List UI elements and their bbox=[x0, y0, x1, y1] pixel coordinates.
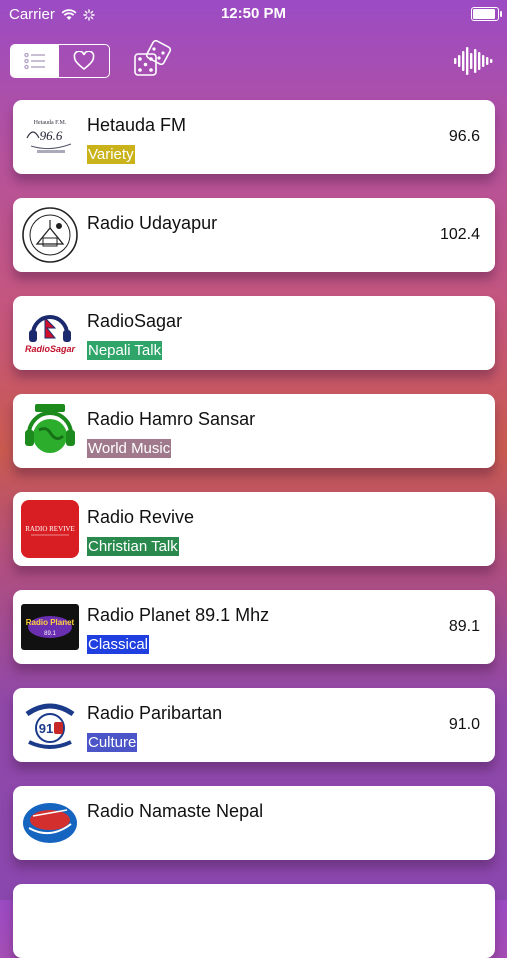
station-frequency: 96.6 bbox=[448, 128, 480, 145]
heart-icon bbox=[73, 51, 95, 71]
random-station-button[interactable] bbox=[132, 39, 176, 80]
station-genre-badge: Nepali Talk bbox=[87, 341, 163, 360]
station-frequency: 91.0 bbox=[448, 716, 480, 733]
station-card[interactable]: Radio Namaste Nepal bbox=[13, 786, 495, 860]
status-bar: Carrier 12:50 PM bbox=[0, 0, 507, 28]
station-name: Hetauda FM bbox=[87, 115, 187, 135]
station-name: Radio Paribartan bbox=[87, 703, 223, 723]
radio-planet-logo-icon: Radio Planet 89.1 bbox=[21, 604, 79, 650]
dice-icon bbox=[134, 39, 172, 76]
list-view-tab[interactable] bbox=[11, 45, 59, 77]
hetauda-fm-logo-icon: Hetauda F.M. 96.6 bbox=[21, 108, 79, 166]
logo-caption: Hetauda F.M. bbox=[34, 120, 67, 126]
station-card[interactable]: Radio Udayapur 102.4 bbox=[13, 198, 495, 272]
station-card-partial[interactable] bbox=[13, 884, 495, 958]
station-genre-badge: Christian Talk bbox=[87, 537, 179, 556]
station-card[interactable]: 91 Radio Paribartan Culture 91.0 bbox=[13, 688, 495, 762]
station-logo bbox=[21, 206, 79, 264]
toolbar bbox=[0, 39, 507, 82]
station-logo bbox=[21, 402, 79, 460]
station-card[interactable]: RadioSagar RadioSagar Nepali Talk bbox=[13, 296, 495, 370]
logo-text: Radio Planet bbox=[26, 618, 75, 627]
station-frequency: 89.1 bbox=[448, 618, 480, 635]
station-logo: RadioSagar bbox=[21, 304, 79, 362]
view-segmented-control bbox=[10, 44, 110, 78]
station-logo: 91 bbox=[21, 696, 79, 754]
globe-headphones-icon bbox=[21, 402, 79, 460]
radio-namaste-nepal-logo-icon bbox=[21, 794, 79, 852]
station-card[interactable]: RADIO REVIVE Radio Revive Christian Talk bbox=[13, 492, 495, 566]
station-name: Radio Namaste Nepal bbox=[87, 801, 264, 821]
logo-text: RADIO REVIVE bbox=[25, 525, 75, 533]
station-card[interactable]: Hetauda F.M. 96.6 Hetauda FM Variety 96.… bbox=[13, 100, 495, 174]
logo-text: 91 bbox=[39, 721, 53, 736]
station-genre-badge: Culture bbox=[87, 733, 138, 752]
favorites-tab[interactable] bbox=[59, 45, 109, 77]
radio-udayapur-seal-icon bbox=[22, 207, 78, 263]
station-name: RadioSagar bbox=[87, 311, 183, 331]
station-name: Radio Hamro Sansar bbox=[87, 409, 256, 429]
radiosagar-logo-icon: RadioSagar bbox=[21, 304, 79, 362]
station-logo: Radio Planet 89.1 bbox=[21, 598, 79, 656]
station-frequency: 102.4 bbox=[439, 226, 480, 243]
station-card[interactable]: Radio Hamro Sansar World Music bbox=[13, 394, 495, 468]
station-logo: Hetauda F.M. 96.6 bbox=[21, 108, 79, 166]
battery-icon bbox=[471, 7, 502, 21]
station-logo bbox=[21, 794, 79, 852]
logo-text: 96.6 bbox=[40, 128, 63, 143]
radio-paribartan-logo-icon: 91 bbox=[21, 696, 79, 754]
station-name: Radio Planet 89.1 Mhz bbox=[87, 605, 270, 625]
equalizer-button[interactable] bbox=[453, 44, 493, 78]
radio-revive-logo-icon: RADIO REVIVE bbox=[21, 500, 79, 558]
status-time: 12:50 PM bbox=[220, 5, 287, 22]
station-genre-badge: World Music bbox=[87, 439, 172, 458]
station-genre-badge: Classical bbox=[87, 635, 150, 654]
list-icon bbox=[24, 52, 45, 70]
station-logo: RADIO REVIVE bbox=[21, 500, 79, 558]
svg-text:89.1: 89.1 bbox=[44, 631, 56, 637]
station-genre-badge: Variety bbox=[87, 145, 135, 164]
station-card[interactable]: Radio Planet 89.1 Radio Planet 89.1 Mhz … bbox=[13, 590, 495, 664]
station-name: Radio Revive bbox=[87, 507, 195, 527]
station-name: Radio Udayapur bbox=[87, 213, 218, 233]
waveform-icon bbox=[454, 47, 493, 75]
logo-text: RadioSagar bbox=[25, 344, 76, 354]
